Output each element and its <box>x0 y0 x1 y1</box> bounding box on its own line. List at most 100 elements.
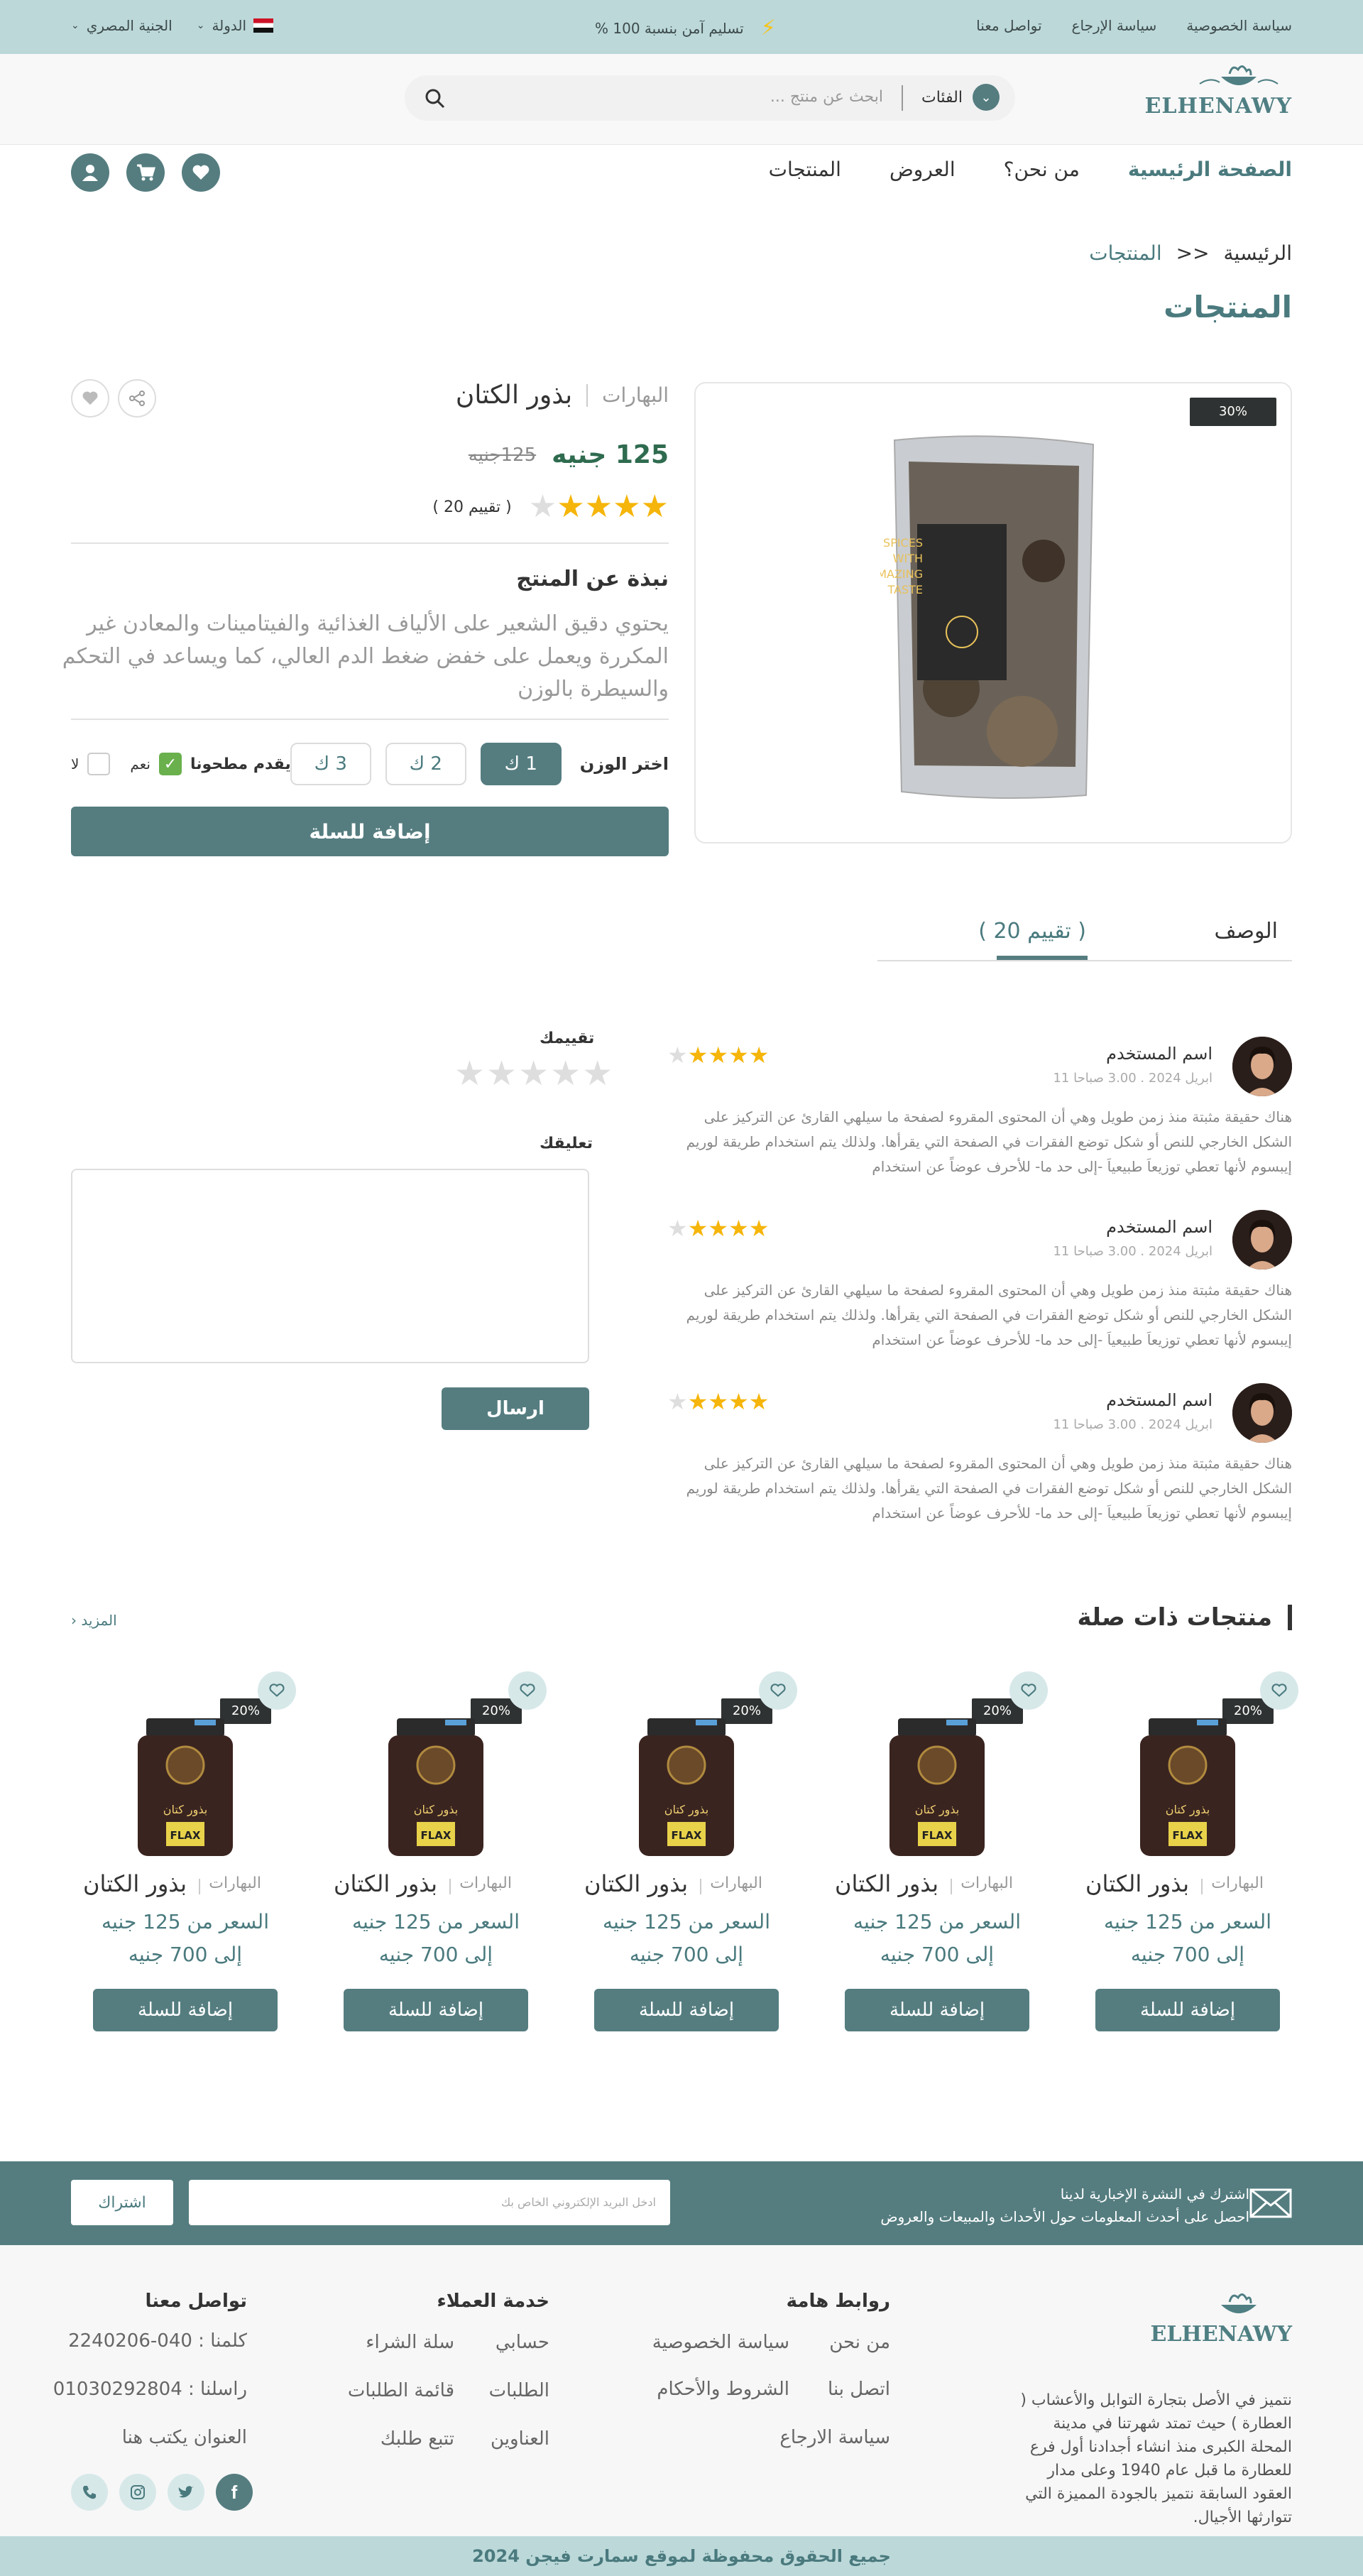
card-category[interactable]: البهارات <box>960 1874 1013 1892</box>
facebook-icon[interactable]: f <box>216 2474 253 2511</box>
pack-label: TASTE <box>887 583 923 596</box>
footer-link[interactable]: حسابي <box>496 2332 549 2353</box>
footer-link[interactable]: الطلبات <box>489 2380 549 2401</box>
nav-offers[interactable]: العروض <box>889 158 956 181</box>
top-link-contact[interactable]: تواصل معنا <box>976 17 1041 34</box>
footer-link[interactable]: سلة الشراء <box>366 2332 454 2353</box>
product-image[interactable]: بذور كتان FLAX <box>618 1715 755 1857</box>
chevron-left-icon: ‹ <box>71 1612 77 1629</box>
card-wishlist-button[interactable] <box>1009 1671 1048 1710</box>
review-text: هناك حقيقة مثبتة منذ زمن طويل وهي أن الم… <box>686 1282 1292 1348</box>
card-name[interactable]: بذور الكتان <box>334 1870 437 1897</box>
card-add-to-cart-button[interactable]: إضافة للسلة <box>1095 1989 1280 2031</box>
product-image[interactable]: بذور كتان FLAX <box>116 1715 254 1857</box>
share-button[interactable] <box>118 379 156 417</box>
site-logo[interactable]: ELHENAWY <box>1145 62 1292 136</box>
star-icon: ★ <box>728 1388 749 1415</box>
comment-textarea[interactable] <box>71 1169 589 1363</box>
footer-mobile[interactable]: راسلنا : 01030292804 <box>53 2379 247 2400</box>
send-review-button[interactable]: ارسال <box>442 1387 589 1430</box>
newsletter-email-input[interactable]: ادخل البريد الإلكتروني الخاص بك <box>189 2180 670 2225</box>
favorite-button[interactable] <box>71 379 109 417</box>
card-divider <box>199 1879 200 1894</box>
weight-option-2[interactable]: 2 ك <box>385 743 466 785</box>
product-card[interactable]: 20% بذور كتان FLAX البهارات بذور الكتان السعر… <box>833 1687 1041 2039</box>
star-icon: ★ <box>667 1215 688 1242</box>
phone-icon[interactable] <box>71 2474 108 2511</box>
breadcrumb-current[interactable]: المنتجات <box>1089 241 1161 265</box>
card-name[interactable]: بذور الكتان <box>835 1870 938 1897</box>
card-wishlist-button[interactable] <box>258 1671 296 1710</box>
instagram-icon[interactable] <box>119 2474 156 2511</box>
card-price-to: إلى 700 جنيه <box>1130 1943 1245 1966</box>
card-add-to-cart-button[interactable]: إضافة للسلة <box>594 1989 779 2031</box>
tab-reviews[interactable]: ( تقييم 20 ) <box>978 919 1086 944</box>
country-select[interactable]: الدولة ⌄ <box>197 17 274 34</box>
product-card[interactable]: 20% بذور كتان FLAX البهارات بذور الكتان السعر… <box>1083 1687 1292 2039</box>
subscribe-button[interactable]: اشتراك <box>71 2180 173 2225</box>
card-wishlist-button[interactable] <box>1260 1671 1298 1710</box>
footer-address: العنوان يكتب هنا <box>121 2427 247 2448</box>
breadcrumb-home[interactable]: الرئيسية <box>1224 241 1292 265</box>
search-input[interactable]: ابحث عن منتج ... <box>770 88 883 106</box>
product-category[interactable]: البهارات <box>602 383 669 407</box>
card-add-to-cart-button[interactable]: إضافة للسلة <box>93 1989 278 2031</box>
product-image[interactable]: بذور كتان FLAX <box>1119 1715 1257 1857</box>
country-label: الدولة <box>212 17 247 34</box>
footer-link[interactable]: العناوين <box>491 2428 549 2450</box>
product-image[interactable]: بذور كتان FLAX <box>868 1715 1006 1857</box>
nav-about[interactable]: من نحن؟ <box>1004 158 1080 181</box>
cart-button[interactable] <box>126 153 165 192</box>
milled-yes-checkbox[interactable]: ✓ <box>158 753 182 775</box>
categories-dropdown[interactable]: ⌄ الفئات <box>921 84 1000 111</box>
search-icon[interactable] <box>423 87 446 109</box>
weight-option-1[interactable]: 1 ك <box>480 743 562 785</box>
top-link-privacy[interactable]: سياسة الخصوصية <box>1186 17 1292 34</box>
product-card[interactable]: 20% بذور كتان FLAX البهارات بذور الكتان السعر… <box>81 1687 290 2039</box>
card-divider <box>449 1879 451 1894</box>
product-image[interactable]: SPICES WITH AMAZING TASTE <box>880 433 1107 802</box>
footer-link[interactable]: قائمة الطلبات <box>348 2380 454 2401</box>
milled-no-checkbox[interactable] <box>87 753 111 775</box>
currency-select[interactable]: الجنية المصري ⌄ <box>71 17 173 34</box>
card-add-to-cart-button[interactable]: إضافة للسلة <box>344 1989 528 2031</box>
footer-link[interactable]: اتصل بنا <box>828 2379 890 2400</box>
card-category[interactable]: البهارات <box>710 1874 762 1892</box>
tab-description[interactable]: الوصف <box>1214 919 1278 944</box>
star-icon: ★ <box>667 1042 688 1069</box>
more-link[interactable]: المزيد ‹ <box>71 1612 117 1629</box>
add-to-cart-button[interactable]: إضافة للسلة <box>71 807 669 856</box>
rating-input-stars[interactable]: ★★★★★ <box>454 1057 614 1091</box>
card-wishlist-button[interactable] <box>508 1671 547 1710</box>
product-card[interactable]: 20% بذور كتان FLAX البهارات بذور الكتان السعر… <box>582 1687 791 2039</box>
weight-option-3[interactable]: 3 ك <box>290 743 371 785</box>
product-image[interactable]: بذور كتان FLAX <box>367 1715 505 1857</box>
categories-label: الفئات <box>921 88 963 107</box>
footer-link[interactable]: سياسة الارجاع <box>779 2427 890 2448</box>
card-category[interactable]: البهارات <box>209 1874 261 1892</box>
footer-link[interactable]: الشروط والأحكام <box>657 2379 789 2400</box>
product-card[interactable]: 20% بذور كتان FLAX البهارات بذور الكتان السعر… <box>332 1687 540 2039</box>
footer-logo[interactable]: ELHENAWY <box>1151 2291 1292 2364</box>
top-link-returns[interactable]: سياسة الإرجاع <box>1072 17 1157 34</box>
card-category[interactable]: البهارات <box>1211 1874 1264 1892</box>
footer-phone[interactable]: كلمنا : 040-2240206 <box>68 2330 247 2352</box>
footer-link[interactable]: تتبع طلبك <box>381 2428 454 2450</box>
footer-link[interactable]: سياسة الخصوصية <box>652 2332 789 2353</box>
account-button[interactable] <box>71 153 109 192</box>
rating-count[interactable]: ( تقييم 20 ) <box>432 498 511 516</box>
card-name[interactable]: بذور الكتان <box>584 1870 688 1897</box>
twitter-icon[interactable] <box>168 2474 204 2511</box>
card-name[interactable]: بذور الكتان <box>1085 1870 1189 1897</box>
card-category[interactable]: البهارات <box>459 1874 512 1892</box>
nav-products[interactable]: المنتجات <box>769 158 841 181</box>
search-bar: ⌄ الفئات ابحث عن منتج ... <box>405 75 1015 121</box>
nav-home[interactable]: الصفحة الرئيسية <box>1128 158 1292 181</box>
card-add-to-cart-button[interactable]: إضافة للسلة <box>845 1989 1029 2031</box>
newsletter-text: اشترك في النشرة الإخبارية لدينا احصل على… <box>880 2183 1249 2228</box>
footer-link[interactable]: من نحن <box>829 2332 890 2353</box>
wishlist-button[interactable] <box>182 153 220 192</box>
card-name[interactable]: بذور الكتان <box>83 1870 187 1897</box>
card-wishlist-button[interactable] <box>759 1671 797 1710</box>
review-author: اسم المستخدم <box>1106 1390 1213 1410</box>
